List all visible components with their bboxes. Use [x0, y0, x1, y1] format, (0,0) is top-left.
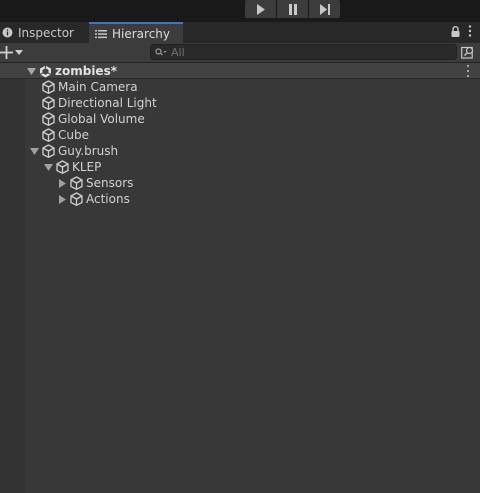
foldout-expanded-icon[interactable]	[26, 63, 36, 79]
info-icon	[2, 27, 13, 38]
create-dropdown-button[interactable]	[0, 44, 26, 61]
hierarchy-item-label: Sensors	[86, 176, 134, 190]
kebab-menu-icon	[467, 65, 469, 67]
search-in-scene-icon	[461, 46, 474, 59]
tab-bar-actions	[451, 25, 472, 37]
hierarchy-item-label: KLEP	[72, 160, 102, 174]
tab-inspector-label: Inspector	[18, 25, 74, 40]
hierarchy-item-label: Directional Light	[58, 96, 157, 110]
hierarchy-item[interactable]: Actions	[57, 191, 130, 207]
kebab-dot	[467, 70, 469, 72]
foldout-spacer	[29, 95, 39, 111]
hierarchy-item-label: Guy.brush	[58, 144, 119, 158]
pause-icon	[288, 3, 297, 15]
gameobject-cube-icon	[70, 192, 83, 206]
tab-inspector[interactable]: Inspector	[0, 22, 88, 43]
play-icon	[256, 3, 265, 15]
hierarchy-item-label: Cube	[58, 128, 89, 142]
hierarchy-item[interactable]: KLEP	[43, 159, 101, 175]
scene-header: zombies*	[26, 63, 117, 79]
pause-button[interactable]	[277, 0, 308, 18]
foldout-collapsed-icon[interactable]	[57, 191, 67, 207]
tab-hierarchy[interactable]: Hierarchy	[89, 22, 183, 43]
hierarchy-item-label: Main Camera	[58, 80, 138, 94]
step-icon	[319, 3, 330, 15]
hierarchy-list-icon	[95, 29, 107, 38]
gameobject-cube-icon	[42, 128, 55, 142]
hierarchy-item-label: Global Volume	[58, 112, 145, 126]
gameobject-cube-icon	[42, 112, 55, 126]
gameobject-cube-icon	[56, 160, 69, 174]
hierarchy-item[interactable]: Directional Light	[29, 95, 157, 111]
scene-search-button[interactable]	[460, 44, 476, 60]
plus-icon	[0, 46, 13, 59]
unity-scene-icon	[39, 65, 52, 77]
hierarchy-gutter	[0, 63, 25, 493]
play-button[interactable]	[245, 0, 276, 18]
search-input[interactable]	[171, 45, 441, 59]
play-controls	[245, 0, 340, 18]
scene-name: zombies*	[55, 64, 117, 78]
chevron-down-icon	[15, 50, 23, 55]
lock-icon[interactable]	[451, 25, 460, 37]
scene-header-row[interactable]: zombies*	[0, 63, 480, 79]
panel-tab-bar: Inspector Hierarchy	[0, 22, 480, 43]
hierarchy-panel: zombies* Main Camera Directional Light Glo…	[0, 63, 480, 493]
hierarchy-item[interactable]: Sensors	[57, 175, 133, 191]
foldout-expanded-icon[interactable]	[43, 159, 53, 175]
search-field[interactable]	[150, 44, 457, 60]
scene-menu-button[interactable]	[465, 65, 471, 77]
foldout-expanded-icon[interactable]	[29, 143, 39, 159]
step-button[interactable]	[309, 0, 340, 18]
gameobject-cube-icon	[70, 176, 83, 190]
kebab-menu-icon[interactable]	[468, 25, 472, 37]
kebab-dot	[467, 75, 469, 77]
tab-hierarchy-label: Hierarchy	[112, 26, 171, 41]
play-mode-toolbar	[0, 0, 480, 22]
gameobject-cube-icon	[42, 80, 55, 94]
gameobject-cube-icon	[42, 144, 55, 158]
foldout-collapsed-icon[interactable]	[57, 175, 67, 191]
hierarchy-item[interactable]: Main Camera	[29, 79, 138, 95]
gameobject-cube-icon	[42, 96, 55, 110]
foldout-spacer	[29, 79, 39, 95]
hierarchy-item[interactable]: Cube	[29, 127, 89, 143]
hierarchy-item[interactable]: Guy.brush	[29, 143, 118, 159]
hierarchy-item[interactable]: Global Volume	[29, 111, 145, 127]
hierarchy-toolbar	[0, 43, 480, 63]
foldout-spacer	[29, 127, 39, 143]
hierarchy-item-label: Actions	[86, 192, 130, 206]
search-icon	[155, 47, 167, 55]
foldout-spacer	[29, 111, 39, 127]
